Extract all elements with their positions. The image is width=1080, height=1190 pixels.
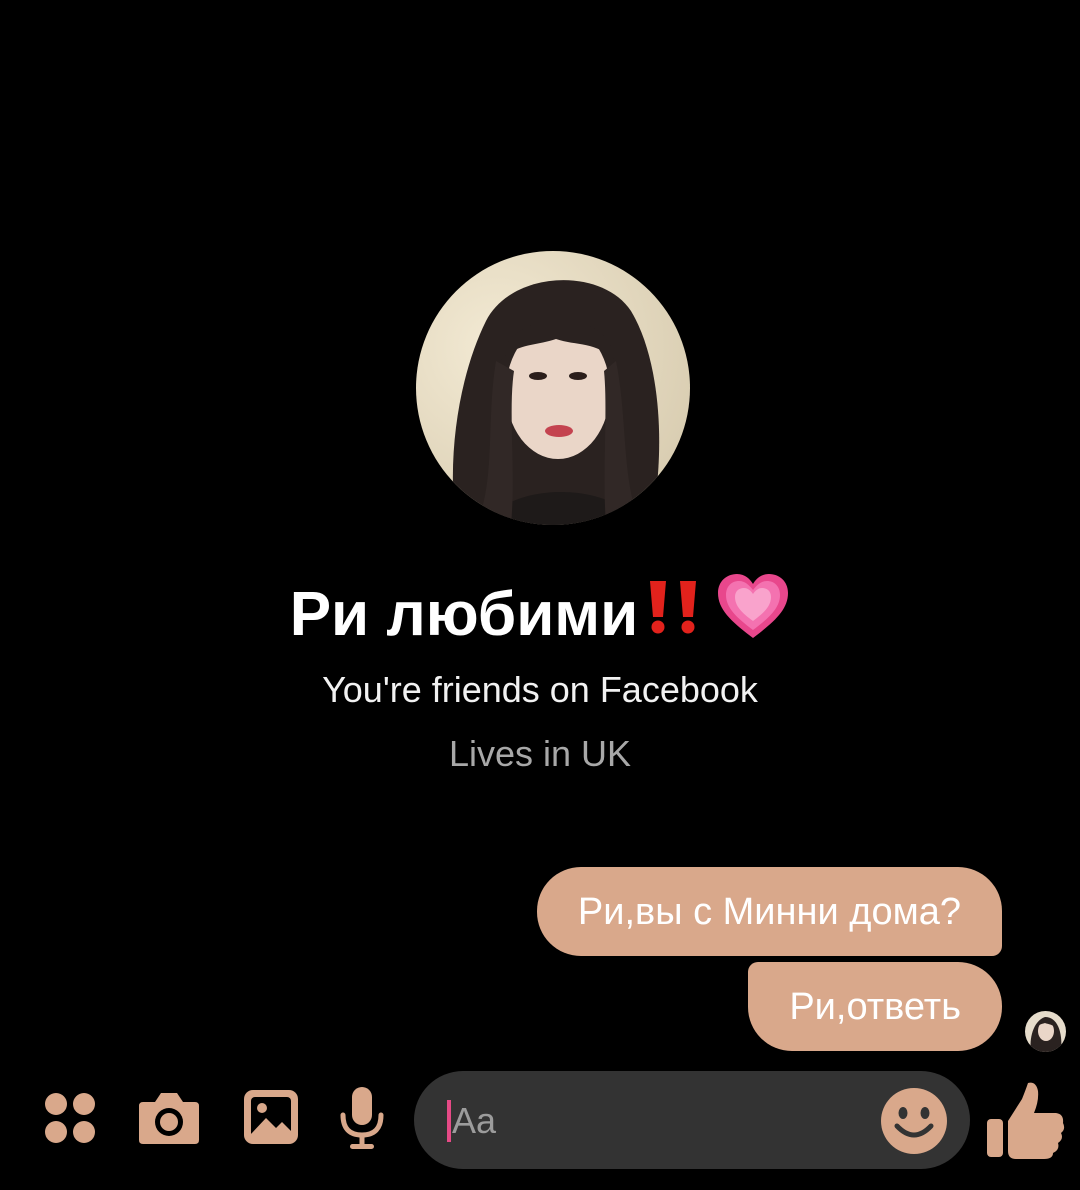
emoji-icon: [880, 1088, 948, 1159]
message-bubble[interactable]: Ри,вы с Минни дома?: [536, 867, 1002, 956]
message-input[interactable]: [450, 1095, 872, 1147]
thumbs-up-icon: [984, 1082, 1066, 1165]
contact-name: Ри любими: [0, 572, 1080, 658]
contact-name-text: Ри любими: [289, 580, 639, 649]
emoji-button[interactable]: [880, 1087, 948, 1155]
camera-button[interactable]: [136, 1090, 202, 1150]
camera-icon: [137, 1090, 201, 1151]
gallery-icon: [242, 1088, 300, 1151]
message-bubble[interactable]: Ри,ответь: [748, 962, 1002, 1051]
microphone-icon: [338, 1085, 386, 1156]
growing-heart-icon: [716, 572, 790, 658]
apps-icon: [44, 1092, 96, 1149]
friends-status: You're friends on Facebook: [322, 669, 758, 710]
double-exclamation-icon: [644, 577, 706, 653]
apps-button[interactable]: [40, 1090, 100, 1150]
microphone-button[interactable]: [334, 1086, 390, 1154]
like-button[interactable]: [984, 1079, 1066, 1161]
gallery-button[interactable]: [240, 1088, 302, 1150]
profile-avatar[interactable]: [416, 251, 690, 525]
location-info: Lives in UK: [448, 733, 632, 774]
seen-receipt-avatar: [1025, 1011, 1066, 1052]
